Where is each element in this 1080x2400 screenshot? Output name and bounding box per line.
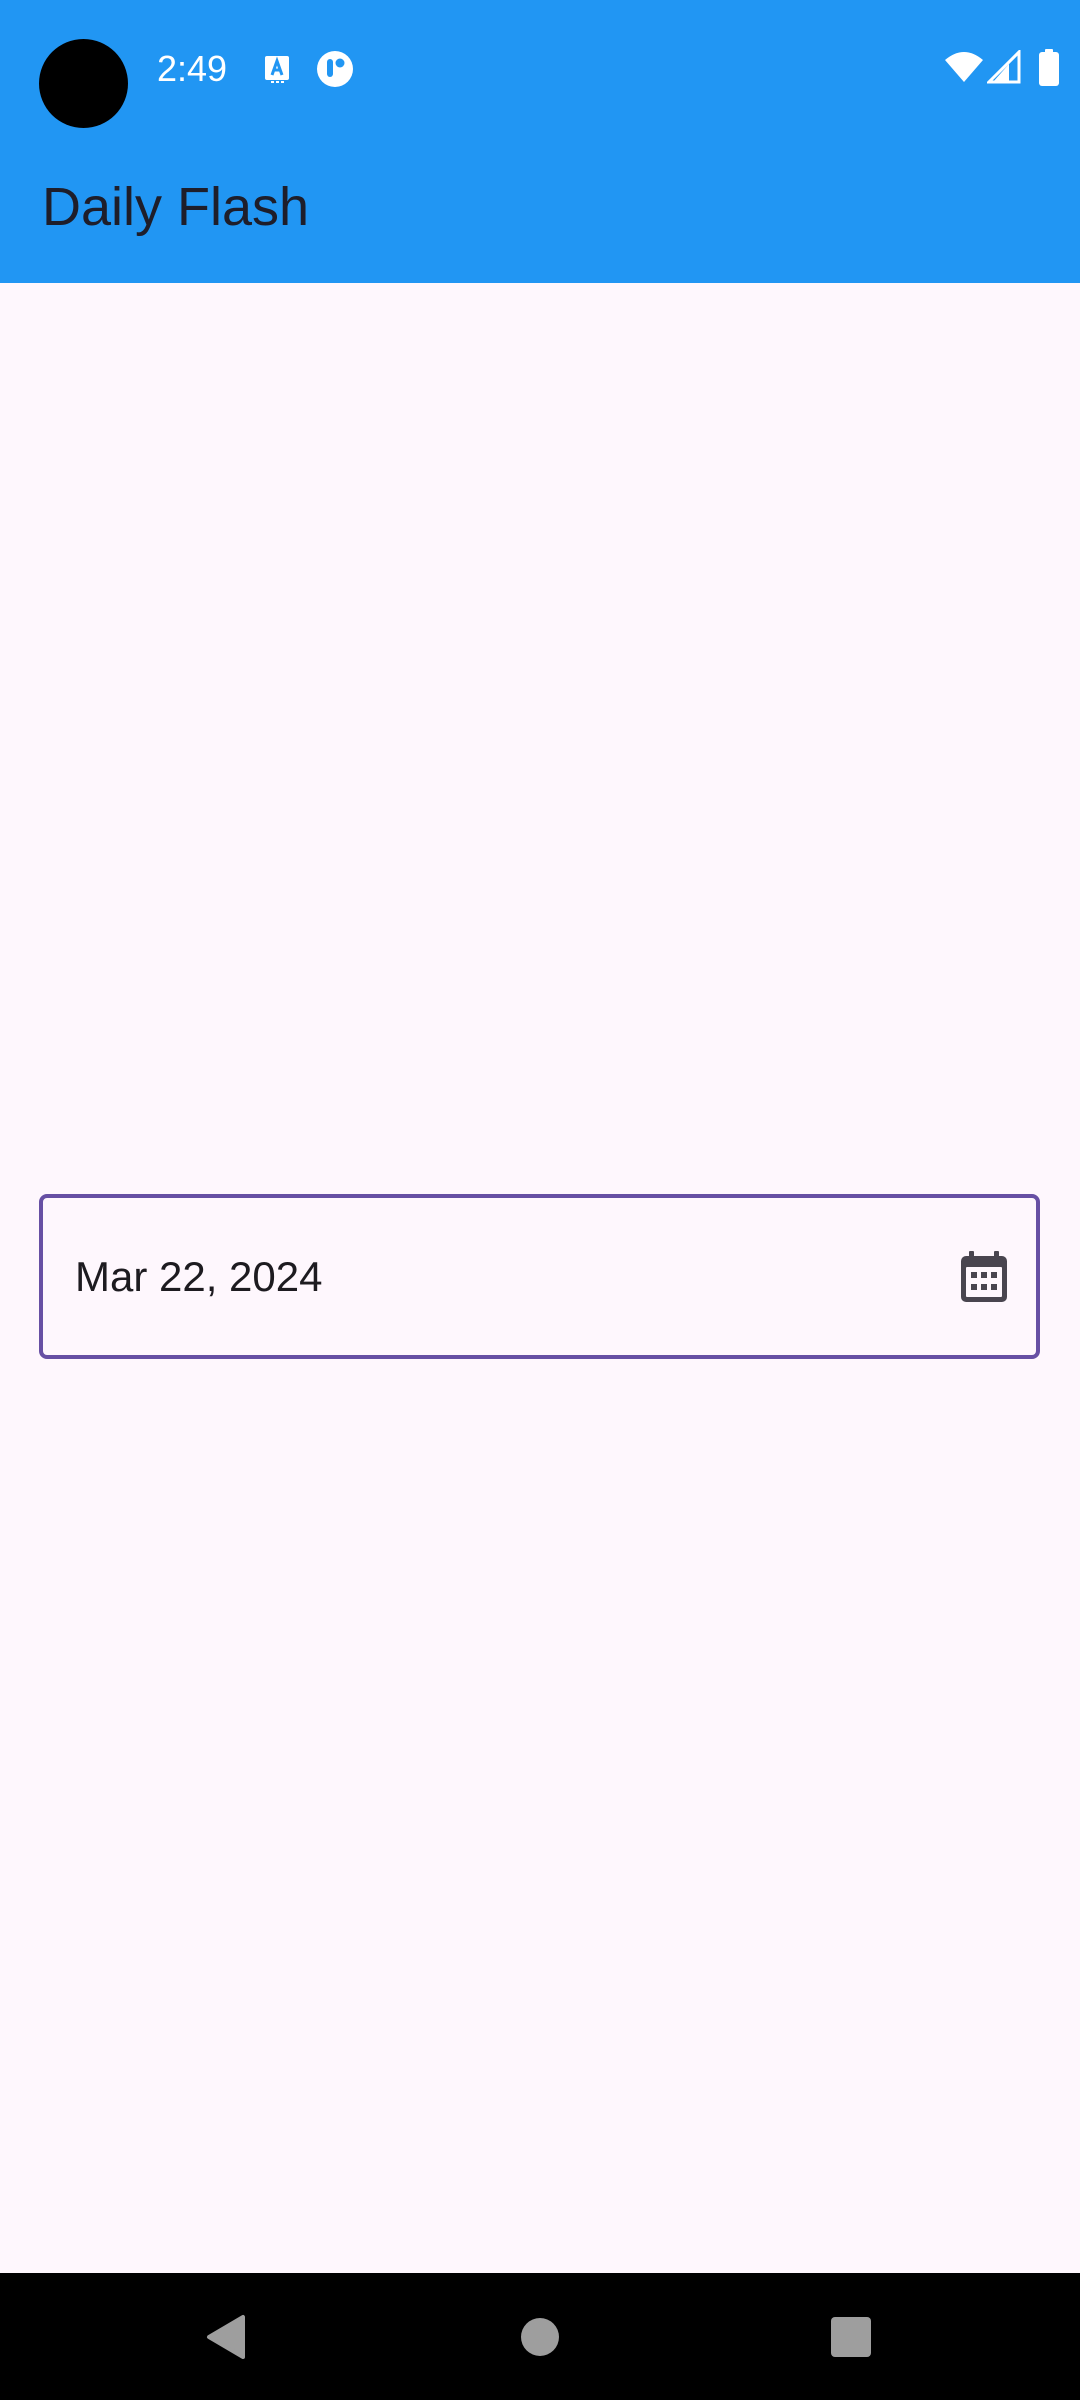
wifi-icon bbox=[944, 50, 984, 84]
date-field[interactable]: Mar 22, 2024 bbox=[39, 1194, 1040, 1359]
app-title: Daily Flash bbox=[42, 177, 310, 237]
status-time: 2:49 bbox=[157, 48, 228, 89]
home-icon[interactable] bbox=[480, 2273, 600, 2400]
text-a-icon bbox=[262, 54, 292, 84]
recents-icon[interactable] bbox=[791, 2273, 911, 2400]
battery-icon bbox=[1038, 49, 1060, 87]
camera-cutout bbox=[39, 39, 128, 128]
app-header: 2:49 Daily Flash bbox=[0, 0, 1080, 283]
notification-app-icon bbox=[316, 50, 354, 88]
back-icon[interactable] bbox=[166, 2273, 286, 2400]
navigation-bar bbox=[0, 2273, 1080, 2400]
cell-signal-icon bbox=[987, 50, 1021, 84]
calendar-icon[interactable] bbox=[954, 1247, 1014, 1307]
date-value: Mar 22, 2024 bbox=[75, 1252, 323, 1300]
